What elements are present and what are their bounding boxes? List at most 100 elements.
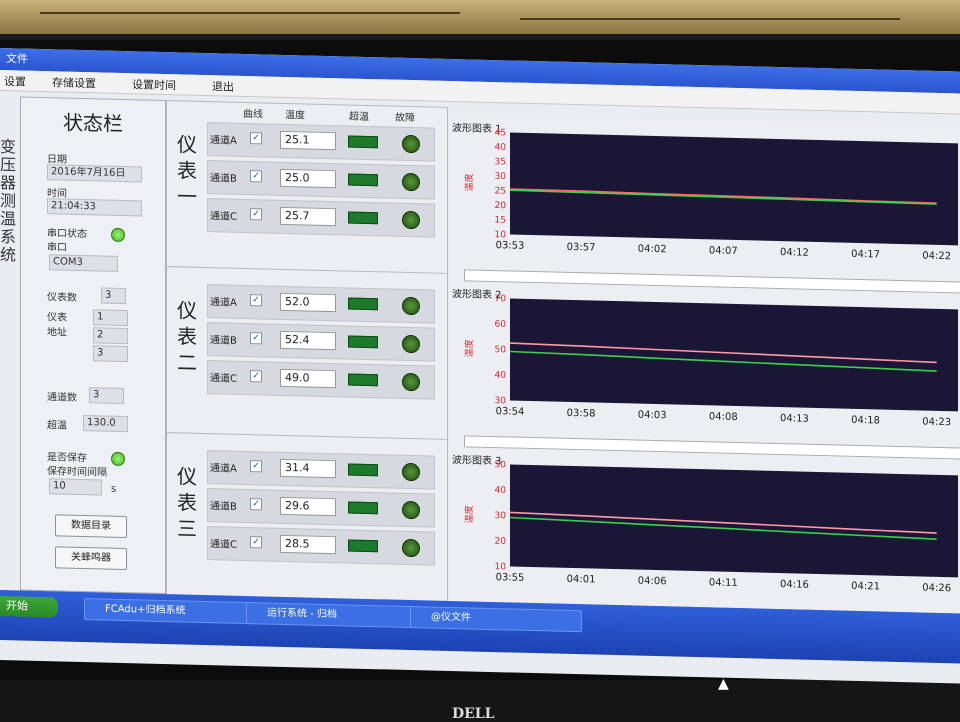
- meter-panel-3: 仪表三 通道A ✓ 31.4 通道B ✓ 29.6 通道C ✓ 28.5: [166, 432, 448, 607]
- taskbar-item[interactable]: @仪文件: [410, 606, 582, 633]
- channel-row: 通道B ✓ 52.4: [207, 322, 435, 362]
- serial-port-select[interactable]: COM3: [49, 254, 118, 272]
- curve-checkbox[interactable]: ✓: [250, 498, 262, 511]
- plot-area: [510, 132, 958, 246]
- y-tick-label: 45: [495, 128, 506, 138]
- y-axis-label: 温度: [463, 339, 475, 357]
- channel-name: 通道B: [210, 501, 237, 513]
- x-tick-label: 04:23: [922, 417, 951, 429]
- channel-row: 通道C ✓ 28.5: [207, 526, 435, 566]
- meter-panel-1: 曲线 温度 超温 故障 仪表一 通道A ✓ 25.1 通道B ✓ 25.0 通道…: [166, 100, 448, 275]
- curve-checkbox[interactable]: ✓: [250, 370, 262, 383]
- channel-name: 通道B: [210, 173, 237, 185]
- channel-row: 通道C ✓ 49.0: [207, 360, 435, 400]
- meter-addr-2[interactable]: 2: [93, 327, 128, 345]
- taskbar-item[interactable]: FCAdu+归档系统: [84, 598, 256, 625]
- y-tick-label: 70: [495, 294, 507, 304]
- overtemp-indicator: [348, 135, 378, 149]
- y-tick-label: 40: [495, 371, 507, 381]
- temperature-value: 25.0: [280, 168, 336, 189]
- window-title: 文件: [6, 52, 28, 66]
- y-tick-label: 30: [495, 172, 507, 182]
- channel-name: 通道A: [210, 463, 237, 475]
- fault-lamp: [402, 334, 420, 354]
- x-tick-label: 03:53: [496, 240, 525, 252]
- x-tick-label: 03:58: [567, 408, 596, 420]
- x-tick-label: 04:02: [638, 244, 667, 256]
- curve-checkbox[interactable]: ✓: [250, 460, 262, 473]
- serial-status-led: [111, 227, 125, 243]
- overtemp-indicator: [348, 335, 378, 349]
- x-tick-label: 03:54: [496, 406, 525, 418]
- serial-label: 串口: [47, 242, 67, 254]
- channel-name: 通道A: [210, 297, 237, 309]
- col-curve: 曲线: [243, 108, 263, 121]
- taskbar-item[interactable]: 运行系统 - 归档: [246, 602, 416, 629]
- meter-addr-3[interactable]: 3: [93, 345, 128, 363]
- y-tick-label: 50: [495, 460, 507, 470]
- meter-addr-label: 仪表地址: [47, 312, 67, 339]
- curve-checkbox[interactable]: ✓: [250, 294, 262, 307]
- x-tick-label: 04:11: [709, 577, 738, 589]
- menu-exit[interactable]: 退出: [212, 78, 234, 95]
- data-directory-button[interactable]: 数据目录: [55, 514, 127, 539]
- curve-checkbox[interactable]: ✓: [250, 170, 262, 183]
- overtemp-indicator: [348, 373, 378, 387]
- y-tick-label: 40: [495, 143, 507, 153]
- pcb-background: [0, 0, 960, 40]
- y-tick-label: 10: [495, 562, 507, 572]
- y-tick-label: 30: [495, 511, 507, 521]
- fault-lamp: [402, 134, 420, 154]
- fault-lamp: [402, 210, 420, 230]
- meter-count-value[interactable]: 3: [101, 287, 126, 305]
- channel-row: 通道B ✓ 29.6: [207, 488, 435, 528]
- col-temp: 温度: [285, 109, 305, 122]
- waveform-chart-3: 波形图表 3 温度 10 20 30 40 50 03:55 04:01 04:06 04:11 0…: [450, 446, 960, 626]
- temperature-value: 52.4: [280, 330, 336, 351]
- channel-row: 通道A ✓ 25.1: [207, 122, 435, 162]
- x-tick-label: 04:22: [922, 251, 951, 263]
- menu-storage-settings[interactable]: 存储设置: [52, 74, 96, 91]
- x-tick-label: 04:08: [709, 411, 738, 423]
- y-tick-label: 60: [495, 320, 507, 330]
- overtemp-indicator: [348, 463, 378, 477]
- overtemp-indicator: [348, 173, 378, 187]
- waveform-chart-2: 波形图表 2 温度 30 40 50 60 70 03:54 03:58 04:03 04:08 0…: [450, 280, 960, 460]
- overtemp-value[interactable]: 130.0: [83, 415, 128, 433]
- channel-count-value[interactable]: 3: [89, 387, 124, 405]
- save-led[interactable]: [111, 451, 125, 467]
- x-tick-label: 04:01: [567, 574, 596, 586]
- close-buzzer-button[interactable]: 关蜂鸣器: [55, 546, 127, 571]
- channel-row: 通道A ✓ 52.0: [207, 284, 435, 324]
- chart-svg: 温度 10 20 30 40 50 03:55 04:01 04:06 04:11 04:16 04:…: [463, 460, 958, 594]
- save-interval-value[interactable]: 10: [49, 478, 102, 496]
- x-tick-label: 04:18: [851, 415, 880, 427]
- curve-checkbox[interactable]: ✓: [250, 536, 262, 549]
- chart-svg: 温度 30 40 50 60 70 03:54 03:58 04:03 04:08 04:13 04:…: [463, 294, 958, 429]
- curve-checkbox[interactable]: ✓: [250, 208, 262, 221]
- y-tick-label: 20: [495, 537, 507, 547]
- fault-lamp: [402, 462, 420, 482]
- start-button[interactable]: 开始: [0, 596, 58, 618]
- curve-checkbox[interactable]: ✓: [250, 132, 262, 145]
- menu-settings[interactable]: 设置: [4, 73, 26, 90]
- overtemp-indicator: [348, 297, 378, 311]
- y-tick-label: 15: [495, 216, 506, 226]
- waveform-chart-1: 波形图表 1 温度 10 15 20 25 30 35 40 45 03:53 03:57 04:02…: [450, 114, 960, 294]
- y-axis-label: 温度: [463, 505, 475, 523]
- channel-row: 通道B ✓ 25.0: [207, 160, 435, 200]
- channel-name: 通道B: [210, 335, 237, 347]
- fault-lamp: [402, 500, 420, 520]
- mouse-cursor-icon: ▲: [718, 676, 729, 692]
- y-tick-label: 40: [495, 486, 507, 496]
- channel-name: 通道C: [210, 373, 237, 385]
- menu-set-time[interactable]: 设置时间: [132, 76, 176, 93]
- x-tick-label: 04:21: [851, 581, 880, 593]
- app-window: 文件 设置 存储设置 设置时间 退出 变压器测温系统 状态栏 日期 2016年7…: [0, 48, 960, 684]
- meter-addr-1[interactable]: 1: [93, 309, 128, 327]
- curve-checkbox[interactable]: ✓: [250, 332, 262, 345]
- meter-label: 仪表三: [177, 464, 197, 541]
- date-value: 2016年7月16日: [47, 164, 142, 183]
- y-tick-label: 20: [495, 201, 507, 211]
- col-fault: 故障: [395, 112, 415, 125]
